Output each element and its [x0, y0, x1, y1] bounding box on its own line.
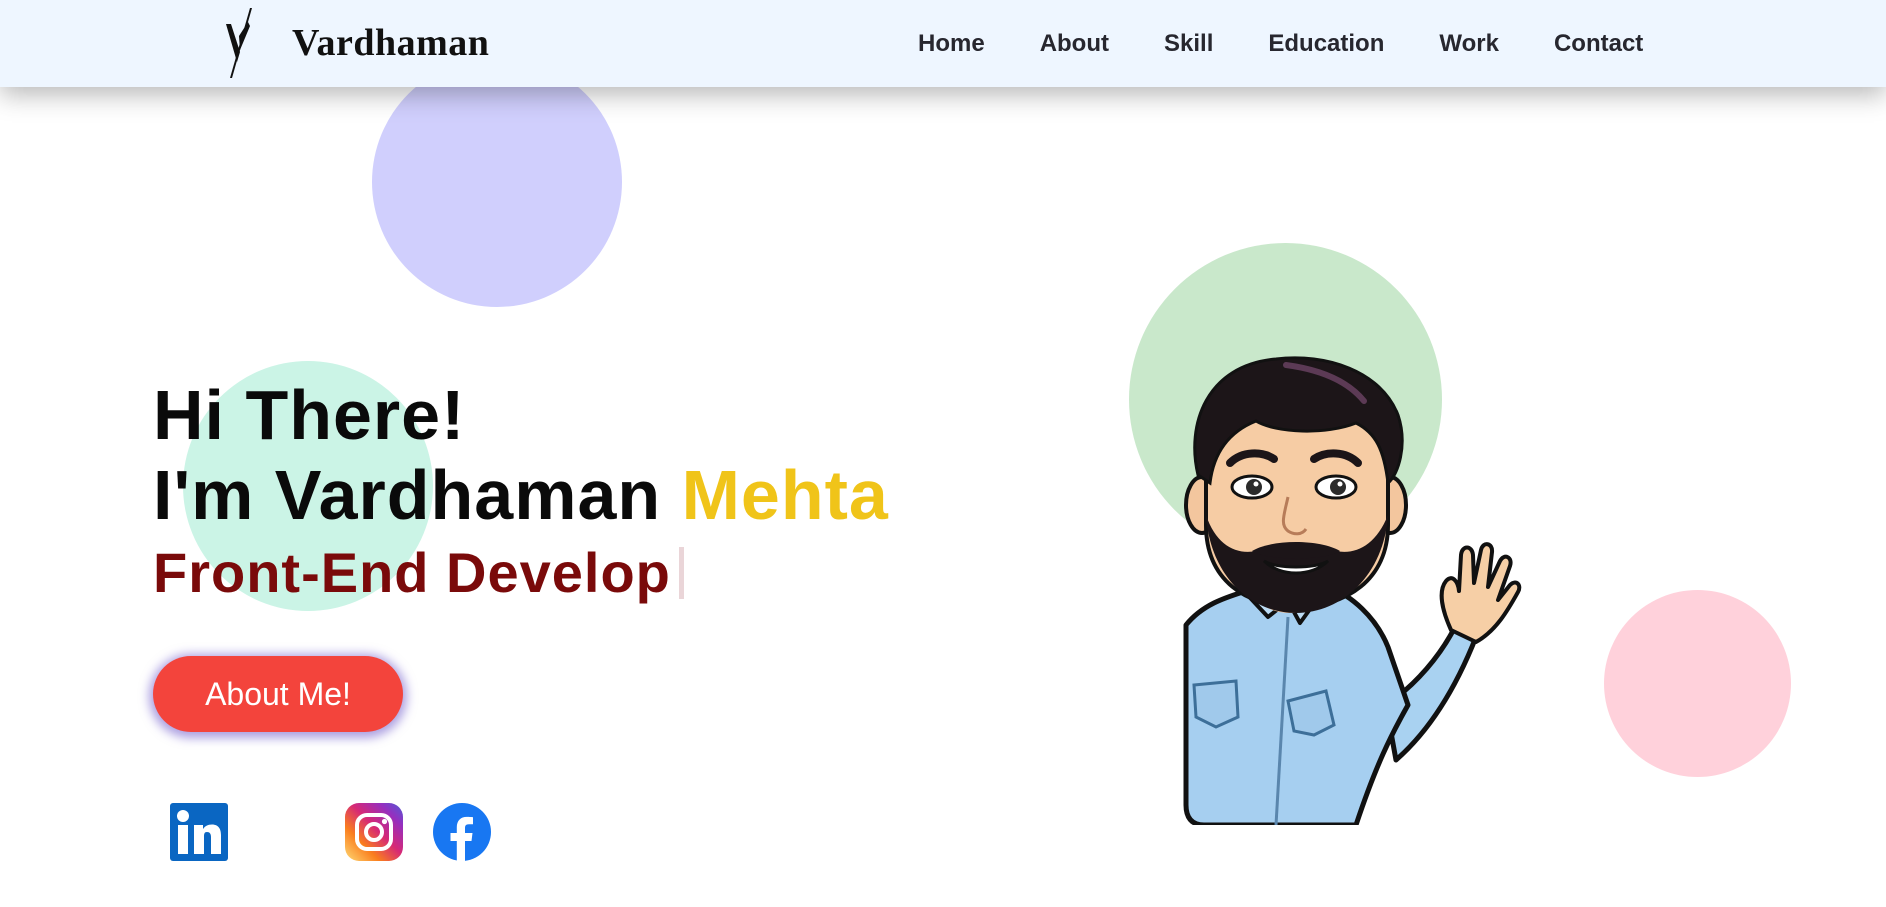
nav-skill[interactable]: Skill: [1164, 30, 1213, 58]
hero-intro: I'm Vardhaman Mehta: [153, 455, 889, 535]
main-nav: Home About Skill Education Work Contact: [918, 0, 1643, 87]
hero-greeting: Hi There!: [153, 376, 466, 454]
navbar: Vardhaman Home About Skill Education Wor…: [0, 0, 1886, 87]
brand-name: Vardhaman: [292, 22, 490, 64]
facebook-icon: [433, 803, 491, 861]
instagram-link[interactable]: [345, 803, 403, 861]
nav-contact[interactable]: Contact: [1554, 30, 1643, 58]
linkedin-icon: [170, 803, 228, 861]
nav-work[interactable]: Work: [1439, 30, 1499, 58]
brand[interactable]: Vardhaman: [224, 8, 489, 78]
about-me-button[interactable]: About Me!: [153, 656, 403, 732]
hero-intro-highlight: Mehta: [681, 456, 889, 534]
nav-home[interactable]: Home: [918, 30, 985, 58]
typed-role-text: Front-End Develop: [153, 541, 671, 604]
avatar-illustration: [1176, 355, 1536, 828]
decorative-circle-purple: [372, 57, 622, 307]
decorative-circle-pink: [1604, 590, 1791, 777]
typing-caret: [678, 547, 684, 599]
hero-intro-prefix: I'm Vardhaman: [153, 456, 682, 534]
v-slash-logo-icon: [226, 8, 252, 78]
portfolio-page: Vardhaman Home About Skill Education Wor…: [0, 0, 1886, 907]
nav-education[interactable]: Education: [1268, 30, 1384, 58]
nav-about[interactable]: About: [1040, 30, 1109, 58]
typed-role: Front-End Develop: [153, 541, 889, 605]
waving-avatar-image: [1183, 356, 1522, 828]
instagram-icon: [345, 803, 403, 861]
facebook-link[interactable]: [433, 803, 491, 861]
hero-section: Hi There! I'm Vardhaman Mehta Front-End …: [153, 375, 889, 605]
linkedin-link[interactable]: [170, 803, 228, 861]
